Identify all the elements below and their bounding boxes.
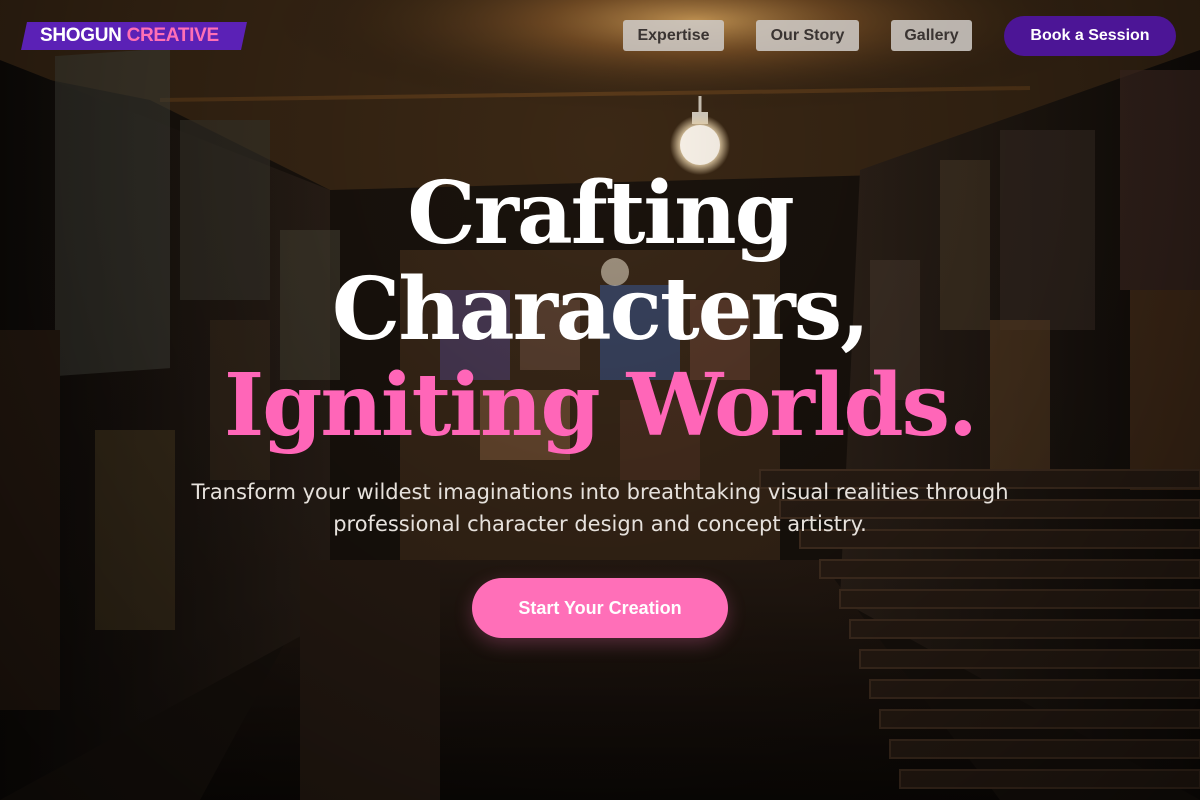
hero-line-crafting: Crafting	[407, 163, 795, 264]
brand-logo[interactable]: SHOGUN CREATIVE	[21, 22, 247, 50]
hero-line-characters: Characters,	[331, 259, 870, 360]
nav-link-expertise[interactable]: Expertise	[623, 20, 724, 51]
book-session-button[interactable]: Book a Session	[1004, 16, 1176, 56]
logo-text: SHOGUN CREATIVE	[40, 25, 219, 47]
hero-subtitle: Transform your wildest imaginations into…	[191, 480, 1009, 536]
logo-word-shogun: SHOGUN	[40, 25, 122, 46]
logo-word-creative: CREATIVE	[126, 25, 220, 46]
nav-link-gallery[interactable]: Gallery	[891, 20, 972, 51]
nav-link-our-story[interactable]: Our Story	[756, 20, 859, 51]
start-creation-button[interactable]: Start Your Creation	[472, 578, 728, 638]
hero-line-igniting-worlds: Igniting Worlds.	[224, 355, 978, 456]
hero-headline: Crafting Characters, Igniting Worlds.	[0, 166, 1200, 454]
